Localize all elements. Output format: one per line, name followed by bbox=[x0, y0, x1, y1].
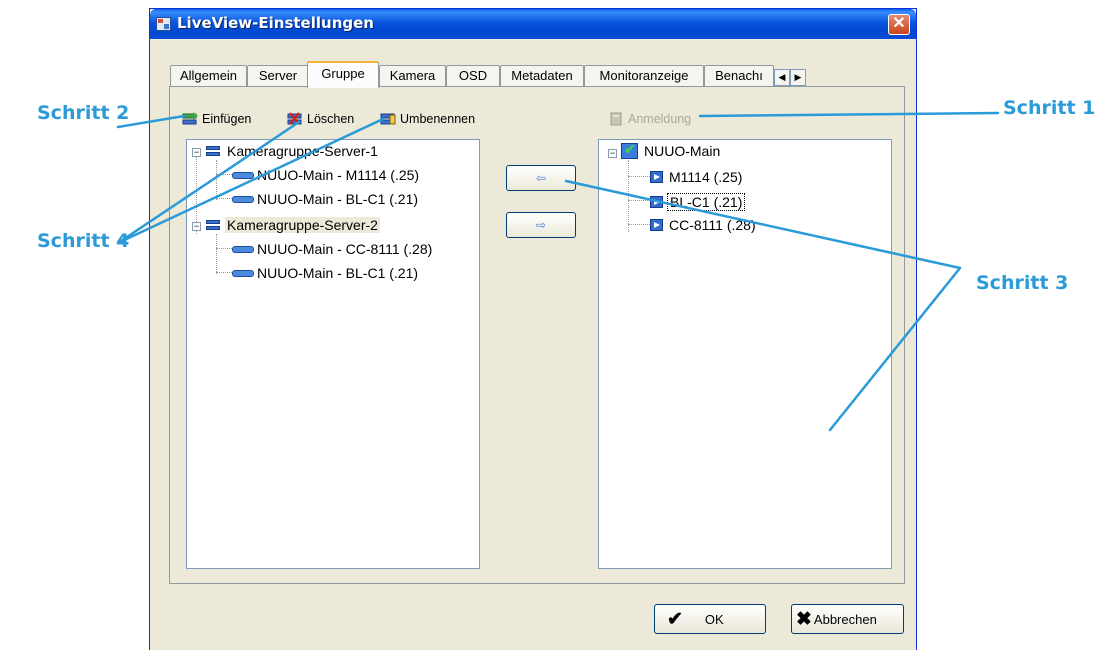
tree-group-label: Kameragruppe-Server-1 bbox=[227, 143, 378, 159]
cancel-label: Abbrechen bbox=[813, 611, 877, 627]
cancel-button[interactable]: ✖ Abbrechen bbox=[791, 604, 904, 634]
arrow-right-icon: ⇨ bbox=[535, 218, 547, 232]
cancel-x-icon: ✖ bbox=[796, 608, 812, 630]
tree-line bbox=[216, 198, 232, 199]
tree-camera-label: NUUO-Main - CC-8111 (.28) bbox=[257, 241, 433, 257]
checkmark-icon: ✔ bbox=[667, 608, 683, 630]
close-button[interactable]: ✕ bbox=[888, 14, 910, 35]
camera-icon bbox=[232, 269, 254, 277]
tree-line bbox=[216, 234, 217, 274]
tree-line bbox=[628, 176, 650, 177]
title-bar[interactable]: LiveView-Einstellungen ✕ bbox=[150, 9, 916, 39]
tree-line bbox=[628, 160, 629, 232]
camera-channel-icon bbox=[650, 196, 663, 208]
tab-benachrichtigung[interactable]: Benachı bbox=[704, 65, 774, 87]
delete-icon bbox=[287, 112, 304, 126]
tree-camera[interactable]: NUUO-Main - BL-C1 (.21) bbox=[232, 265, 420, 281]
tree-camera-label: NUUO-Main - BL-C1 (.21) bbox=[257, 265, 419, 281]
ok-label: OK bbox=[704, 611, 724, 627]
camera-channel-icon bbox=[650, 171, 663, 183]
collapse-icon[interactable]: − bbox=[192, 222, 201, 231]
tree-camera-label: BL-C1 (.21) bbox=[667, 193, 746, 211]
group-tree[interactable]: − Kameragruppe-Server-1 NUUO-Main - M111… bbox=[186, 139, 480, 569]
server-camera-tree[interactable]: − NUUO-Main M1114 (.25) BL-C1 (.21) CC-8… bbox=[598, 139, 892, 569]
ok-button[interactable]: ✔ OK bbox=[654, 604, 766, 634]
tab-kamera[interactable]: Kamera bbox=[379, 65, 446, 87]
tab-scroll-right-icon[interactable]: ▶ bbox=[790, 69, 806, 86]
tab-gruppe[interactable]: Gruppe bbox=[307, 61, 379, 88]
login-label: Anmeldung bbox=[628, 112, 692, 126]
rename-label: Umbenennen bbox=[400, 112, 476, 126]
tree-group-1[interactable]: Kameragruppe-Server-1 bbox=[204, 143, 380, 159]
tab-server[interactable]: Server bbox=[247, 65, 309, 87]
login-icon bbox=[608, 112, 625, 126]
app-icon bbox=[156, 17, 171, 31]
remove-from-group-button[interactable]: ⇨ bbox=[506, 212, 576, 238]
rename-button[interactable]: Umbenennen bbox=[380, 112, 475, 126]
tree-camera[interactable]: NUUO-Main - BL-C1 (.21) bbox=[232, 191, 420, 207]
tree-group-2[interactable]: Kameragruppe-Server-2 bbox=[204, 217, 380, 233]
rename-icon bbox=[380, 112, 397, 126]
arrow-left-icon: ⇦ bbox=[535, 171, 547, 185]
camera-icon bbox=[232, 171, 254, 179]
tab-allgemein[interactable]: Allgemein bbox=[170, 65, 247, 87]
window-title: LiveView-Einstellungen bbox=[177, 14, 374, 32]
tree-camera[interactable]: CC-8111 (.28) bbox=[650, 217, 758, 233]
tree-camera[interactable]: NUUO-Main - M1114 (.25) bbox=[232, 167, 421, 183]
tree-server-root[interactable]: NUUO-Main bbox=[621, 141, 722, 159]
tree-camera-label: NUUO-Main - BL-C1 (.21) bbox=[257, 191, 419, 207]
tree-line bbox=[216, 272, 232, 273]
login-button[interactable]: Anmeldung bbox=[608, 112, 691, 126]
tree-camera[interactable]: M1114 (.25) bbox=[650, 169, 744, 185]
add-to-group-button[interactable]: ⇦ bbox=[506, 165, 576, 191]
callout-step2: Schritt 2 bbox=[37, 102, 130, 124]
tree-camera-label: NUUO-Main - M1114 (.25) bbox=[257, 167, 420, 183]
tree-camera-label: CC-8111 (.28) bbox=[669, 217, 756, 233]
callout-step4: Schritt 4 bbox=[37, 230, 130, 252]
tab-scroll-left-icon[interactable]: ◀ bbox=[774, 69, 790, 86]
tree-camera[interactable]: BL-C1 (.21) bbox=[650, 193, 746, 211]
tree-line bbox=[628, 200, 650, 201]
camera-channel-icon bbox=[650, 219, 663, 231]
tree-line bbox=[216, 174, 232, 175]
tree-group-label: Kameragruppe-Server-2 bbox=[225, 217, 380, 233]
insert-icon bbox=[182, 112, 199, 126]
tree-server-label: NUUO-Main bbox=[644, 143, 721, 159]
callout-step3: Schritt 3 bbox=[976, 272, 1069, 294]
tree-camera-label: M1114 (.25) bbox=[669, 169, 743, 185]
camera-icon bbox=[232, 195, 254, 203]
camera-icon bbox=[232, 245, 254, 253]
collapse-icon[interactable]: − bbox=[192, 148, 201, 157]
tab-monitoranzeige[interactable]: Monitoranzeige bbox=[584, 65, 704, 87]
delete-button[interactable]: Löschen bbox=[287, 112, 354, 126]
delete-label: Löschen bbox=[307, 112, 355, 126]
tree-line bbox=[216, 248, 232, 249]
insert-button[interactable]: Einfügen bbox=[182, 112, 251, 126]
tree-line bbox=[216, 160, 217, 200]
tree-line bbox=[628, 224, 650, 225]
server-group-icon bbox=[204, 145, 222, 158]
tree-camera[interactable]: NUUO-Main - CC-8111 (.28) bbox=[232, 241, 434, 257]
tab-osd[interactable]: OSD bbox=[446, 65, 500, 87]
liveview-settings-dialog: LiveView-Einstellungen ✕ Allgemein Serve… bbox=[149, 8, 917, 650]
callout-step1: Schritt 1 bbox=[1003, 97, 1096, 119]
server-checked-icon bbox=[621, 141, 638, 159]
collapse-icon[interactable]: − bbox=[608, 149, 617, 158]
insert-label: Einfügen bbox=[202, 112, 252, 126]
server-group-icon bbox=[204, 219, 222, 232]
tab-metadaten[interactable]: Metadaten bbox=[500, 65, 584, 87]
